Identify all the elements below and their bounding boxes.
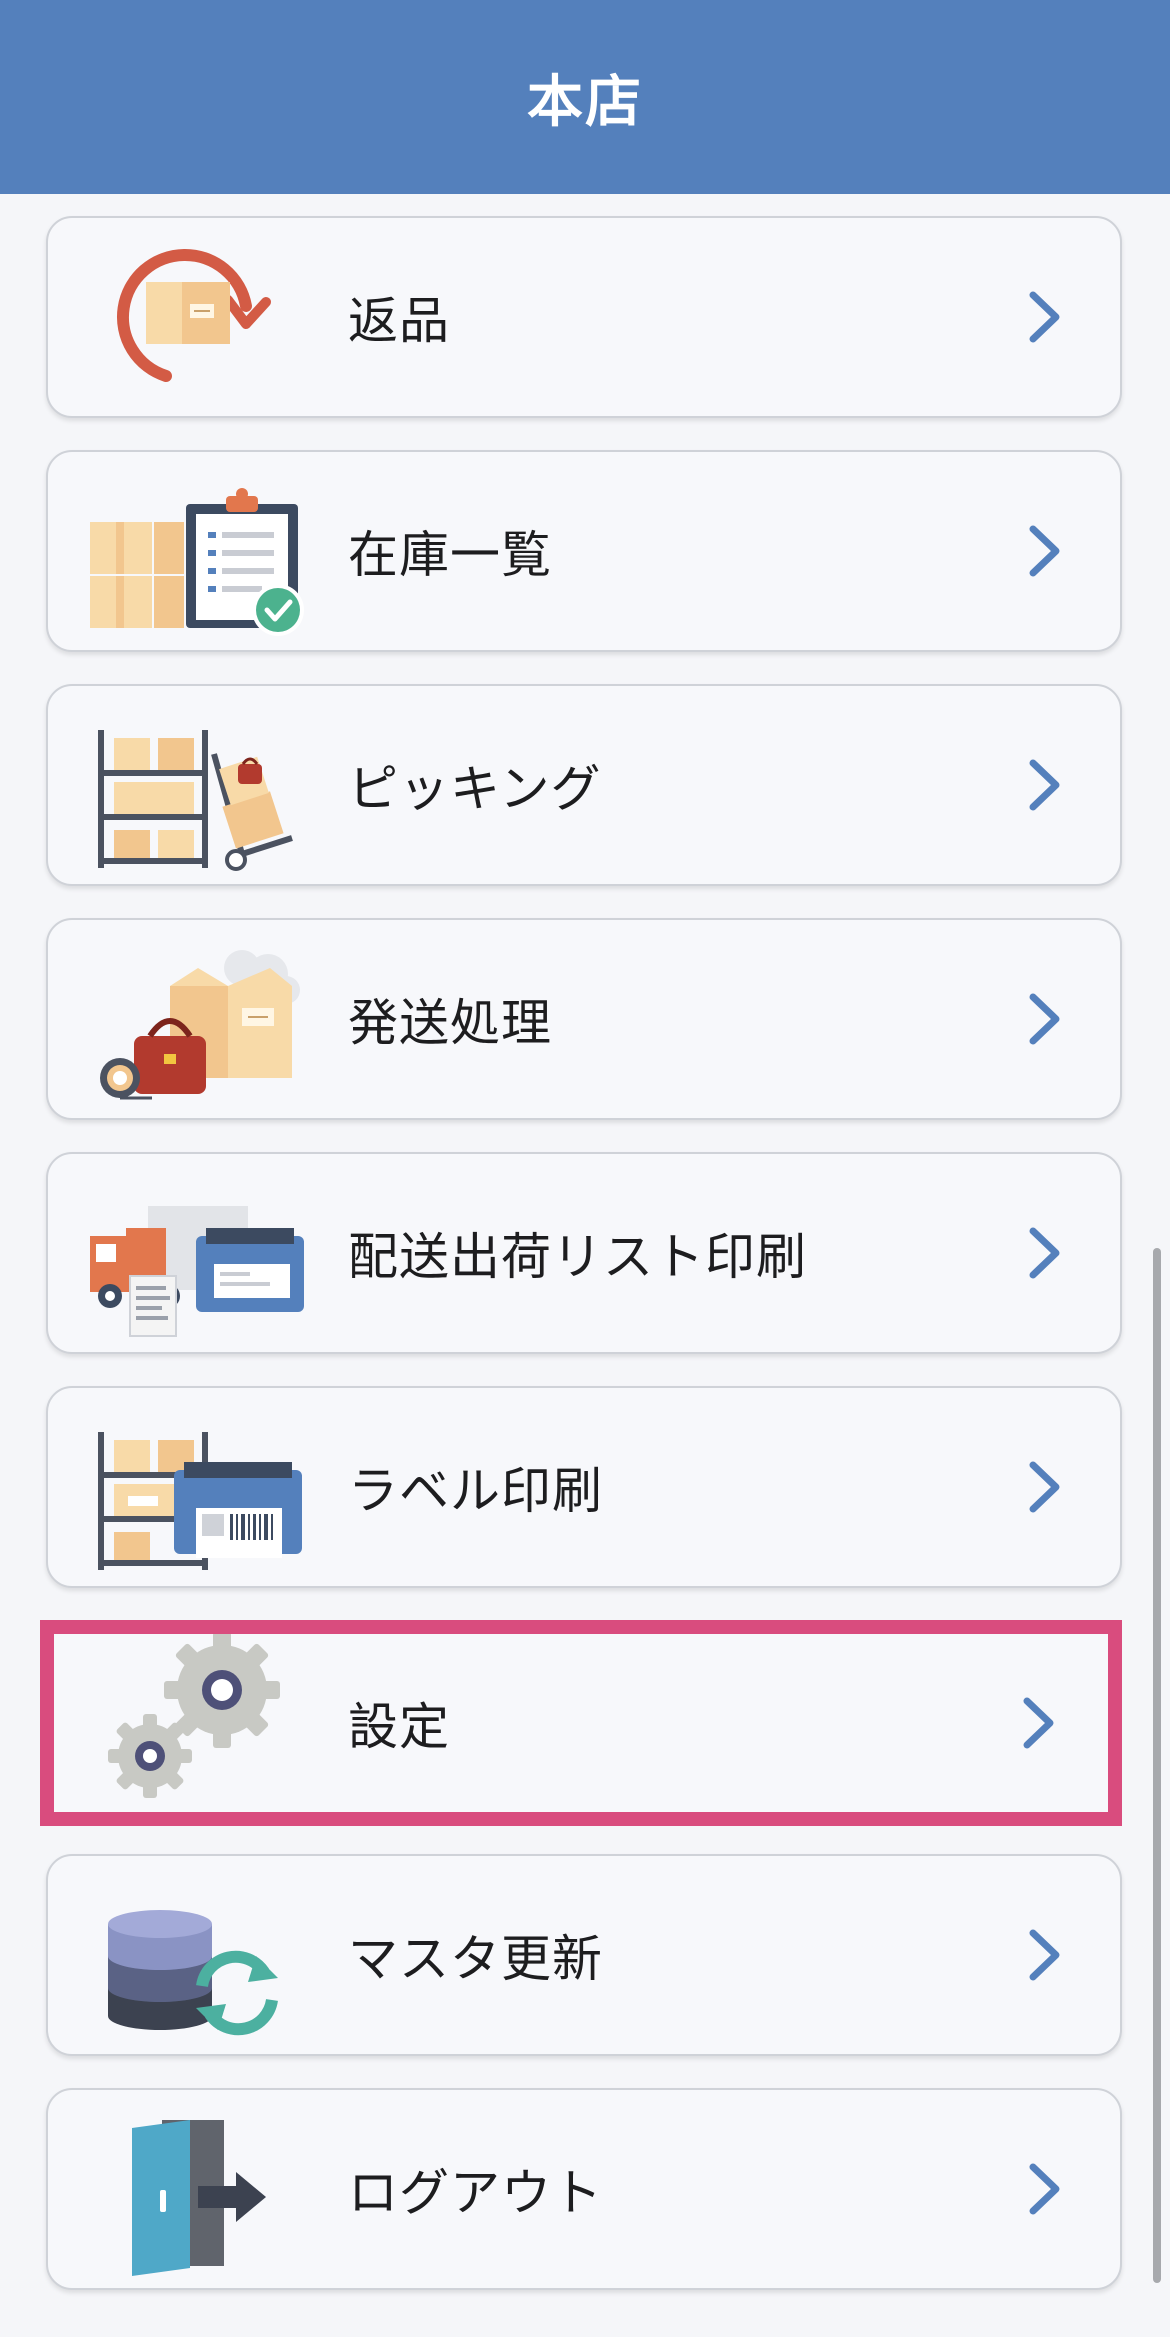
menu-item-label: 在庫一覧 [348,526,552,584]
menu-item-return[interactable]: 返品 [46,216,1122,418]
database-sync-icon [78,1868,318,2043]
chevron-right-icon [1029,1461,1060,1513]
chevron-right-icon [1023,1697,1054,1749]
logout-door-icon [78,2102,318,2277]
chevron-right-icon [1029,1227,1060,1279]
inventory-clipboard-icon [78,464,318,639]
label-printer-icon [78,1400,318,1575]
menu-item-logout[interactable]: ログアウト [46,2088,1122,2290]
menu-item-label-print[interactable]: ラベル印刷 [46,1386,1122,1588]
menu-item-label: 配送出荷リスト印刷 [348,1228,807,1286]
chevron-right-icon [1029,993,1060,1045]
scrollbar[interactable] [1153,1248,1161,2283]
menu-item-label: マスタ更新 [348,1930,603,1988]
menu-item-delivery-list-print[interactable]: 配送出荷リスト印刷 [46,1152,1122,1354]
menu-item-label: ログアウト [348,2164,603,2222]
menu-item-label: 返品 [348,292,450,350]
header-bar: 本店 [0,0,1170,194]
menu-item-label: 発送処理 [348,994,552,1052]
chevron-right-icon [1029,291,1060,343]
menu-item-shipping[interactable]: 発送処理 [46,918,1122,1120]
menu-item-settings[interactable]: 設定 [40,1620,1122,1826]
page-title: 本店 [527,69,643,135]
menu-item-master-update[interactable]: マスタ更新 [46,1854,1122,2056]
gear-icon [78,1632,318,1809]
menu-item-picking[interactable]: ピッキング [46,684,1122,886]
chevron-right-icon [1029,759,1060,811]
picking-shelf-icon [78,698,318,873]
shipping-box-icon [78,932,318,1107]
menu-item-label: 設定 [348,1698,450,1756]
menu-item-inventory[interactable]: 在庫一覧 [46,450,1122,652]
return-box-icon [78,230,318,405]
menu-item-label: ピッキング [348,760,602,818]
chevron-right-icon [1029,525,1060,577]
chevron-right-icon [1029,2163,1060,2215]
menu-item-label: ラベル印刷 [348,1462,603,1520]
chevron-right-icon [1029,1929,1060,1981]
truck-printer-icon [78,1166,318,1341]
